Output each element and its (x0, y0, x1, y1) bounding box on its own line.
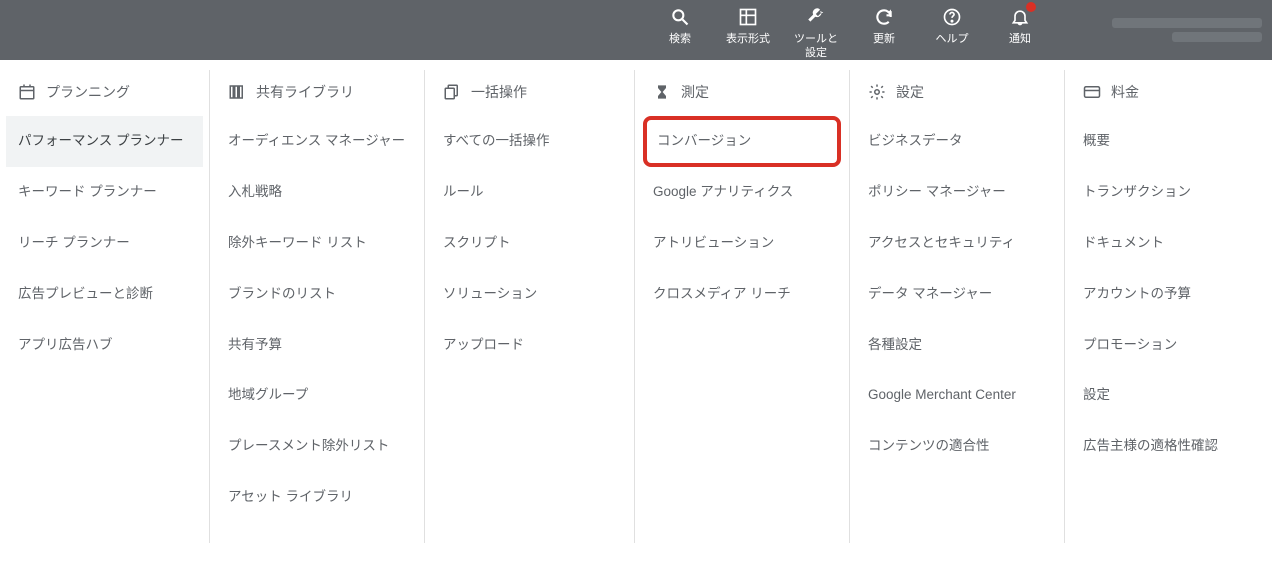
topbar-tools[interactable]: ツールと 設定 (782, 0, 850, 60)
topbar-label: 表示形式 (726, 32, 770, 46)
menu-item-reach-planner[interactable]: リーチ プランナー (6, 218, 203, 269)
topbar-label: 通知 (1009, 32, 1031, 46)
menu-item-billing-settings[interactable]: 設定 (1071, 370, 1266, 421)
col-header-planning: プランニング (6, 70, 203, 116)
menu-item-preferences[interactable]: 各種設定 (856, 320, 1058, 371)
menu-col-billing: 料金 概要 トランザクション ドキュメント アカウントの予算 プロモーション 設… (1065, 70, 1272, 543)
menu-item-data-manager[interactable]: データ マネージャー (856, 269, 1058, 320)
notification-badge (1026, 2, 1036, 12)
menu-item-brand-list[interactable]: ブランドのリスト (216, 269, 418, 320)
topbar-notifications[interactable]: 通知 (986, 0, 1054, 46)
tools-menu-panel: プランニング パフォーマンス プランナー キーワード プランナー リーチ プラン… (0, 60, 1272, 543)
hourglass-icon (653, 83, 671, 101)
menu-col-bulk-actions: 一括操作 すべての一括操作 ルール スクリプト ソリューション アップロード (425, 70, 635, 543)
col-header-label: 一括操作 (471, 82, 527, 102)
help-icon (941, 6, 963, 28)
menu-item-google-analytics[interactable]: Google アナリティクス (641, 167, 843, 218)
menu-item-policy-manager[interactable]: ポリシー マネージャー (856, 167, 1058, 218)
col-header-label: 共有ライブラリ (256, 82, 354, 102)
menu-item-attribution[interactable]: アトリビューション (641, 218, 843, 269)
topbar-items: 検索 表示形式 ツールと 設定 更新 ヘルプ (646, 0, 1054, 60)
menu-item-transactions[interactable]: トランザクション (1071, 167, 1266, 218)
menu-item-advertiser-verification[interactable]: 広告主様の適格性確認 (1071, 421, 1266, 472)
menu-item-location-groups[interactable]: 地域グループ (216, 370, 418, 421)
col-header-label: 測定 (681, 82, 709, 102)
menu-item-all-bulk[interactable]: すべての一括操作 (431, 116, 628, 167)
menu-item-rules[interactable]: ルール (431, 167, 628, 218)
menu-item-shared-budgets[interactable]: 共有予算 (216, 320, 418, 371)
account-line (1112, 18, 1262, 28)
menu-item-documents[interactable]: ドキュメント (1071, 218, 1266, 269)
gear-icon (868, 83, 886, 101)
menu-item-summary[interactable]: 概要 (1071, 116, 1266, 167)
topbar-label: 更新 (873, 32, 895, 46)
topbar-label: ツールと 設定 (794, 32, 838, 61)
menu-item-asset-library[interactable]: アセット ライブラリ (216, 472, 418, 523)
topbar-label: ヘルプ (936, 32, 969, 46)
menu-item-solutions[interactable]: ソリューション (431, 269, 628, 320)
topbar-view[interactable]: 表示形式 (714, 0, 782, 46)
menu-item-negative-keywords[interactable]: 除外キーワード リスト (216, 218, 418, 269)
layout-icon (737, 6, 759, 28)
topbar-search[interactable]: 検索 (646, 0, 714, 46)
menu-item-cross-media-reach[interactable]: クロスメディア リーチ (641, 269, 843, 320)
menu-item-business-data[interactable]: ビジネスデータ (856, 116, 1058, 167)
menu-col-planning: プランニング パフォーマンス プランナー キーワード プランナー リーチ プラン… (0, 70, 210, 543)
account-line (1172, 32, 1262, 42)
col-header-settings: 設定 (856, 70, 1058, 116)
library-icon (228, 83, 246, 101)
menu-col-measurement: 測定 コンバージョン Google アナリティクス アトリビューション クロスメ… (635, 70, 850, 543)
menu-item-scripts[interactable]: スクリプト (431, 218, 628, 269)
bulk-icon (443, 83, 461, 101)
menu-item-conversions[interactable]: コンバージョン (643, 116, 841, 167)
topbar-refresh[interactable]: 更新 (850, 0, 918, 46)
menu-item-placement-exclusions[interactable]: プレースメント除外リスト (216, 421, 418, 472)
calendar-icon (18, 83, 36, 101)
menu-item-account-budget[interactable]: アカウントの予算 (1071, 269, 1266, 320)
col-header-label: 設定 (896, 82, 924, 102)
topbar: 検索 表示形式 ツールと 設定 更新 ヘルプ (0, 0, 1272, 60)
menu-col-shared-library: 共有ライブラリ オーディエンス マネージャー 入札戦略 除外キーワード リスト … (210, 70, 425, 543)
refresh-icon (873, 6, 895, 28)
col-header-label: 料金 (1111, 82, 1139, 102)
menu-item-audience-manager[interactable]: オーディエンス マネージャー (216, 116, 418, 167)
wrench-icon (805, 6, 827, 28)
col-header-measurement: 測定 (641, 70, 843, 116)
menu-item-content-suitability[interactable]: コンテンツの適合性 (856, 421, 1058, 472)
menu-col-settings: 設定 ビジネスデータ ポリシー マネージャー アクセスとセキュリティ データ マ… (850, 70, 1065, 543)
menu-item-access-security[interactable]: アクセスとセキュリティ (856, 218, 1058, 269)
menu-item-ad-preview[interactable]: 広告プレビューと診断 (6, 269, 203, 320)
menu-item-upload[interactable]: アップロード (431, 320, 628, 371)
col-header-bulk: 一括操作 (431, 70, 628, 116)
menu-item-performance-planner[interactable]: パフォーマンス プランナー (6, 116, 203, 167)
menu-item-app-ads-hub[interactable]: アプリ広告ハブ (6, 320, 203, 371)
menu-item-merchant-center[interactable]: Google Merchant Center (856, 370, 1058, 421)
topbar-label: 検索 (669, 32, 691, 46)
menu-item-keyword-planner[interactable]: キーワード プランナー (6, 167, 203, 218)
account-info[interactable] (1082, 10, 1262, 50)
menu-item-bid-strategies[interactable]: 入札戦略 (216, 167, 418, 218)
col-header-billing: 料金 (1071, 70, 1266, 116)
menu-item-promotions[interactable]: プロモーション (1071, 320, 1266, 371)
card-icon (1083, 83, 1101, 101)
topbar-help[interactable]: ヘルプ (918, 0, 986, 46)
col-header-label: プランニング (46, 82, 130, 102)
col-header-shared-library: 共有ライブラリ (216, 70, 418, 116)
search-icon (669, 6, 691, 28)
